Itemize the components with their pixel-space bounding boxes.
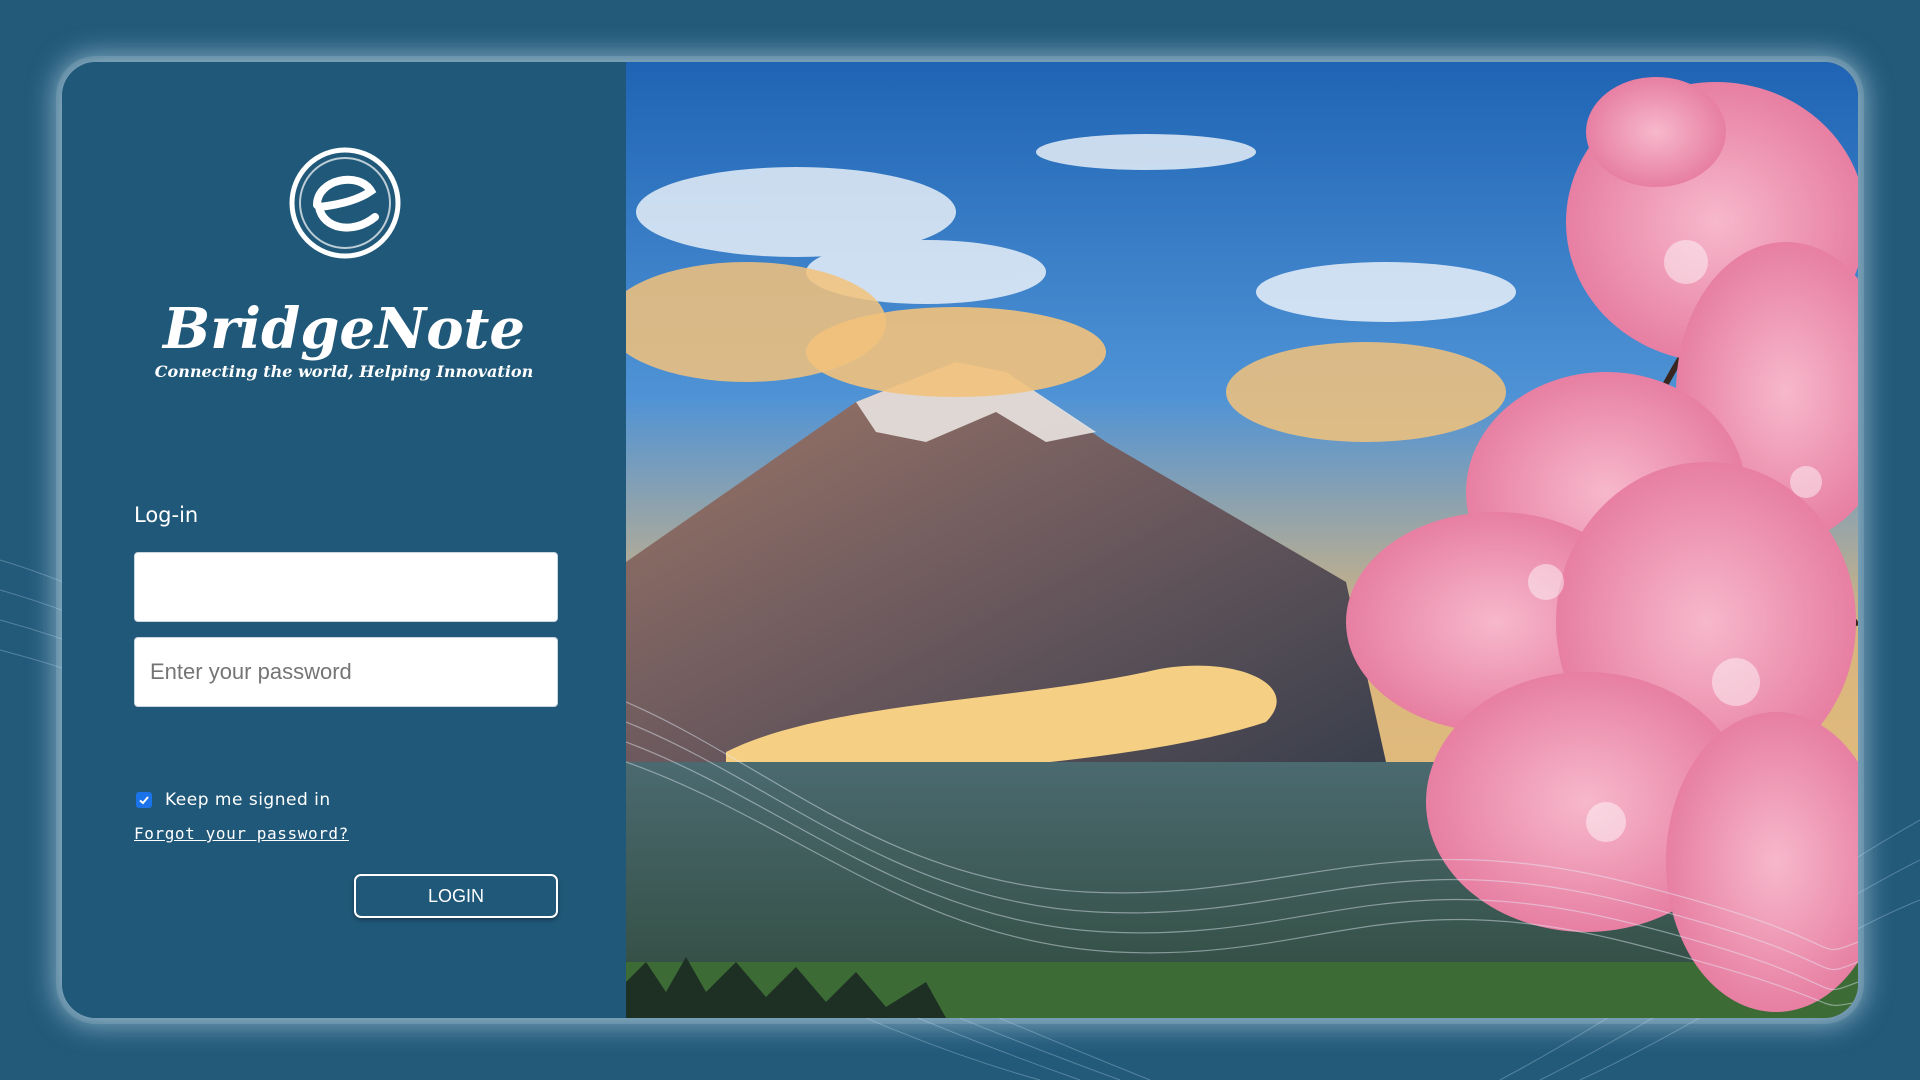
login-card: BridgeNote Connecting the world, Helping… [62, 62, 1858, 1018]
bridgenote-logo-icon [289, 147, 401, 259]
keep-signed-in-label: Keep me signed in [165, 790, 331, 810]
forgot-password-link[interactable]: Forgot your password? [134, 824, 349, 843]
login-heading: Log-in [134, 503, 199, 527]
brand-tagline: Connecting the world, Helping Innovation [154, 362, 534, 381]
check-icon [139, 796, 149, 805]
hero-image [626, 62, 1858, 1018]
mount-fuji-cherry-blossom-image [626, 62, 1858, 1018]
login-panel: BridgeNote Connecting the world, Helping… [62, 62, 626, 1018]
brand-name: BridgeNote [162, 296, 526, 362]
keep-signed-in-checkbox[interactable] [136, 792, 152, 808]
password-input[interactable] [134, 637, 558, 707]
username-input[interactable] [134, 552, 558, 622]
keep-signed-in-row[interactable]: Keep me signed in [136, 790, 331, 810]
login-button[interactable]: LOGIN [354, 874, 558, 918]
